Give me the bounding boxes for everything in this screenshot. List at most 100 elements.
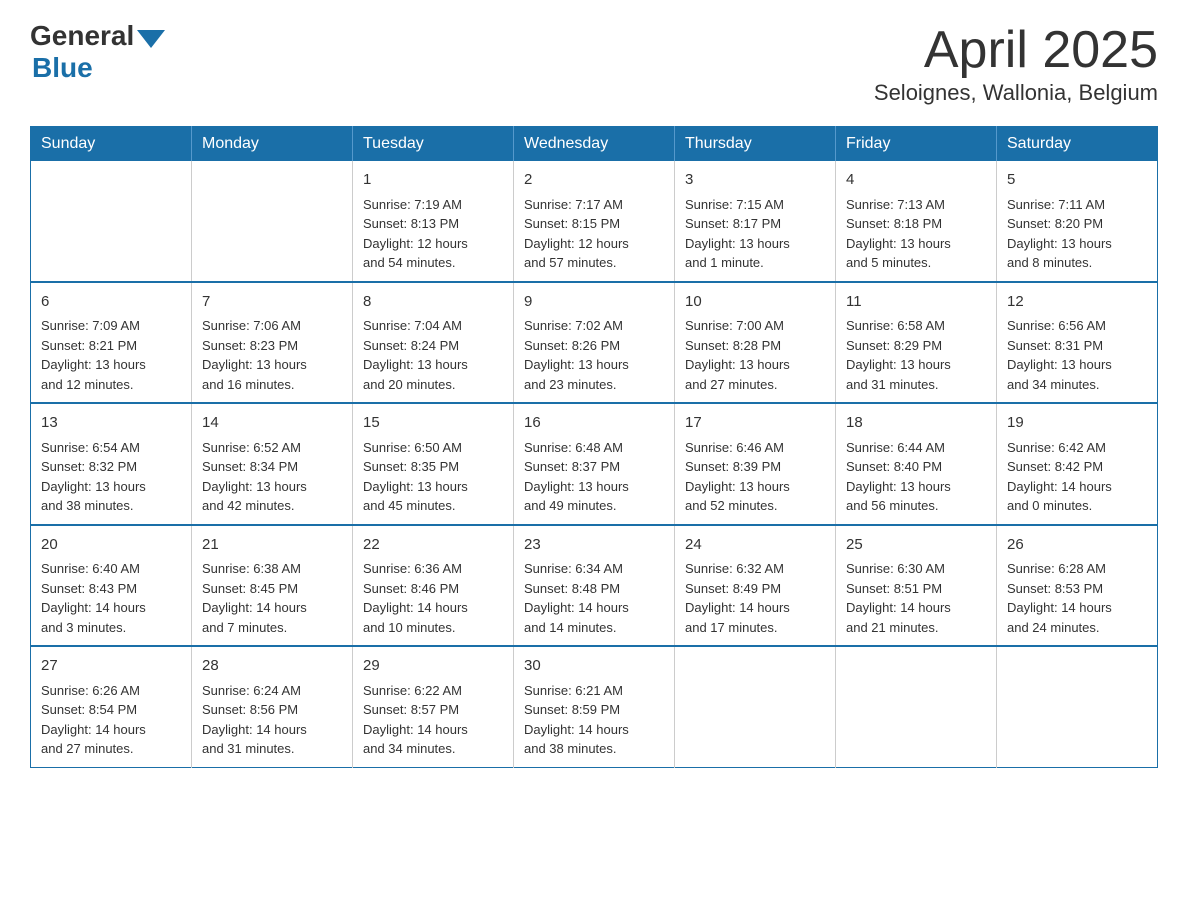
day-info: Sunrise: 6:56 AM Sunset: 8:31 PM Dayligh… [1007, 316, 1147, 394]
calendar-cell [997, 646, 1158, 767]
calendar-cell: 15 Sunrise: 6:50 AM Sunset: 8:35 PM Dayli… [353, 403, 514, 525]
calendar-cell [192, 161, 353, 282]
day-number: 23 [524, 534, 664, 557]
calendar-week-row: 27 Sunrise: 6:26 AM Sunset: 8:54 PM Dayli… [31, 646, 1158, 767]
calendar-cell: 11Sunrise: 6:58 AM Sunset: 8:29 PM Dayli… [836, 282, 997, 404]
calendar-header-thursday: Thursday [675, 127, 836, 162]
day-info: Sunrise: 6:22 AM Sunset: 8:57 PM Dayligh… [363, 681, 503, 759]
day-number: 14 [202, 412, 342, 435]
calendar-header-sunday: Sunday [31, 127, 192, 162]
calendar-cell [836, 646, 997, 767]
calendar-cell: 22Sunrise: 6:36 AM Sunset: 8:46 PM Dayli… [353, 525, 514, 647]
day-info: Sunrise: 7:02 AM Sunset: 8:26 PM Dayligh… [524, 316, 664, 394]
calendar-cell: 27 Sunrise: 6:26 AM Sunset: 8:54 PM Dayli… [31, 646, 192, 767]
day-number: 17 [685, 412, 825, 435]
calendar-table: SundayMondayTuesdayWednesdayThursdayFrid… [30, 126, 1158, 768]
day-number: 4 [846, 169, 986, 192]
calendar-header-wednesday: Wednesday [514, 127, 675, 162]
calendar-cell: 25Sunrise: 6:30 AM Sunset: 8:51 PM Dayli… [836, 525, 997, 647]
day-info: Sunrise: 7:11 AM Sunset: 8:20 PM Dayligh… [1007, 195, 1147, 273]
calendar-week-row: 13 Sunrise: 6:54 AM Sunset: 8:32 PM Dayli… [31, 403, 1158, 525]
day-number: 19 [1007, 412, 1147, 435]
calendar-cell: 7Sunrise: 7:06 AM Sunset: 8:23 PM Daylig… [192, 282, 353, 404]
location-subtitle: Seloignes, Wallonia, Belgium [874, 80, 1158, 106]
day-info: Sunrise: 7:15 AM Sunset: 8:17 PM Dayligh… [685, 195, 825, 273]
day-info: Sunrise: 7:17 AM Sunset: 8:15 PM Dayligh… [524, 195, 664, 273]
calendar-cell: 26Sunrise: 6:28 AM Sunset: 8:53 PM Dayli… [997, 525, 1158, 647]
day-info: Sunrise: 6:36 AM Sunset: 8:46 PM Dayligh… [363, 559, 503, 637]
day-info: Sunrise: 6:40 AM Sunset: 8:43 PM Dayligh… [41, 559, 181, 637]
calendar-cell [675, 646, 836, 767]
day-number: 2 [524, 169, 664, 192]
title-section: April 2025 Seloignes, Wallonia, Belgium [874, 20, 1158, 106]
day-info: Sunrise: 6:48 AM Sunset: 8:37 PM Dayligh… [524, 438, 664, 516]
calendar-cell: 30Sunrise: 6:21 AM Sunset: 8:59 PM Dayli… [514, 646, 675, 767]
calendar-cell: 8Sunrise: 7:04 AM Sunset: 8:24 PM Daylig… [353, 282, 514, 404]
calendar-cell: 13 Sunrise: 6:54 AM Sunset: 8:32 PM Dayli… [31, 403, 192, 525]
day-number: 29 [363, 655, 503, 678]
day-number: 21 [202, 534, 342, 557]
day-number: 26 [1007, 534, 1147, 557]
day-number: 12 [1007, 291, 1147, 314]
day-info: Sunrise: 6:44 AM Sunset: 8:40 PM Dayligh… [846, 438, 986, 516]
calendar-cell: 16Sunrise: 6:48 AM Sunset: 8:37 PM Dayli… [514, 403, 675, 525]
day-info: Sunrise: 6:26 AM Sunset: 8:54 PM Dayligh… [41, 681, 181, 759]
calendar-week-row: 20Sunrise: 6:40 AM Sunset: 8:43 PM Dayli… [31, 525, 1158, 647]
day-number: 30 [524, 655, 664, 678]
page-header: General Blue April 2025 Seloignes, Wallo… [30, 20, 1158, 106]
day-number: 6 [41, 291, 181, 314]
day-number: 18 [846, 412, 986, 435]
calendar-cell: 1Sunrise: 7:19 AM Sunset: 8:13 PM Daylig… [353, 161, 514, 282]
logo-blue-text: Blue [32, 52, 93, 84]
day-info: Sunrise: 6:58 AM Sunset: 8:29 PM Dayligh… [846, 316, 986, 394]
calendar-cell: 10Sunrise: 7:00 AM Sunset: 8:28 PM Dayli… [675, 282, 836, 404]
calendar-cell: 12Sunrise: 6:56 AM Sunset: 8:31 PM Dayli… [997, 282, 1158, 404]
day-number: 24 [685, 534, 825, 557]
day-number: 13 [41, 412, 181, 435]
calendar-cell: 24Sunrise: 6:32 AM Sunset: 8:49 PM Dayli… [675, 525, 836, 647]
day-number: 27 [41, 655, 181, 678]
day-info: Sunrise: 6:34 AM Sunset: 8:48 PM Dayligh… [524, 559, 664, 637]
day-info: Sunrise: 6:24 AM Sunset: 8:56 PM Dayligh… [202, 681, 342, 759]
calendar-cell: 29 Sunrise: 6:22 AM Sunset: 8:57 PM Dayli… [353, 646, 514, 767]
calendar-header-saturday: Saturday [997, 127, 1158, 162]
calendar-cell: 9Sunrise: 7:02 AM Sunset: 8:26 PM Daylig… [514, 282, 675, 404]
day-number: 7 [202, 291, 342, 314]
calendar-cell: 4 Sunrise: 7:13 AM Sunset: 8:18 PM Daylig… [836, 161, 997, 282]
calendar-cell: 23Sunrise: 6:34 AM Sunset: 8:48 PM Dayli… [514, 525, 675, 647]
calendar-cell: 17 Sunrise: 6:46 AM Sunset: 8:39 PM Dayli… [675, 403, 836, 525]
day-info: Sunrise: 6:30 AM Sunset: 8:51 PM Dayligh… [846, 559, 986, 637]
calendar-cell: 18 Sunrise: 6:44 AM Sunset: 8:40 PM Dayli… [836, 403, 997, 525]
day-info: Sunrise: 7:06 AM Sunset: 8:23 PM Dayligh… [202, 316, 342, 394]
day-info: Sunrise: 6:46 AM Sunset: 8:39 PM Dayligh… [685, 438, 825, 516]
day-info: Sunrise: 6:50 AM Sunset: 8:35 PM Dayligh… [363, 438, 503, 516]
day-number: 5 [1007, 169, 1147, 192]
calendar-header-tuesday: Tuesday [353, 127, 514, 162]
day-info: Sunrise: 7:00 AM Sunset: 8:28 PM Dayligh… [685, 316, 825, 394]
calendar-cell: 19 Sunrise: 6:42 AM Sunset: 8:42 PM Dayli… [997, 403, 1158, 525]
calendar-header-monday: Monday [192, 127, 353, 162]
day-number: 25 [846, 534, 986, 557]
calendar-cell: 28 Sunrise: 6:24 AM Sunset: 8:56 PM Dayli… [192, 646, 353, 767]
calendar-cell: 21Sunrise: 6:38 AM Sunset: 8:45 PM Dayli… [192, 525, 353, 647]
logo-general-text: General [30, 20, 134, 52]
day-number: 3 [685, 169, 825, 192]
day-info: Sunrise: 6:54 AM Sunset: 8:32 PM Dayligh… [41, 438, 181, 516]
calendar-cell: 3 Sunrise: 7:15 AM Sunset: 8:17 PM Daylig… [675, 161, 836, 282]
day-number: 28 [202, 655, 342, 678]
day-number: 10 [685, 291, 825, 314]
calendar-cell: 6Sunrise: 7:09 AM Sunset: 8:21 PM Daylig… [31, 282, 192, 404]
day-info: Sunrise: 6:52 AM Sunset: 8:34 PM Dayligh… [202, 438, 342, 516]
calendar-cell: 20Sunrise: 6:40 AM Sunset: 8:43 PM Dayli… [31, 525, 192, 647]
calendar-cell: 2 Sunrise: 7:17 AM Sunset: 8:15 PM Daylig… [514, 161, 675, 282]
day-info: Sunrise: 6:38 AM Sunset: 8:45 PM Dayligh… [202, 559, 342, 637]
calendar-cell: 5 Sunrise: 7:11 AM Sunset: 8:20 PM Daylig… [997, 161, 1158, 282]
day-info: Sunrise: 7:13 AM Sunset: 8:18 PM Dayligh… [846, 195, 986, 273]
day-number: 11 [846, 291, 986, 314]
day-number: 15 [363, 412, 503, 435]
logo: General Blue [30, 20, 165, 84]
day-info: Sunrise: 7:09 AM Sunset: 8:21 PM Dayligh… [41, 316, 181, 394]
day-number: 22 [363, 534, 503, 557]
day-info: Sunrise: 6:42 AM Sunset: 8:42 PM Dayligh… [1007, 438, 1147, 516]
calendar-week-row: 1Sunrise: 7:19 AM Sunset: 8:13 PM Daylig… [31, 161, 1158, 282]
